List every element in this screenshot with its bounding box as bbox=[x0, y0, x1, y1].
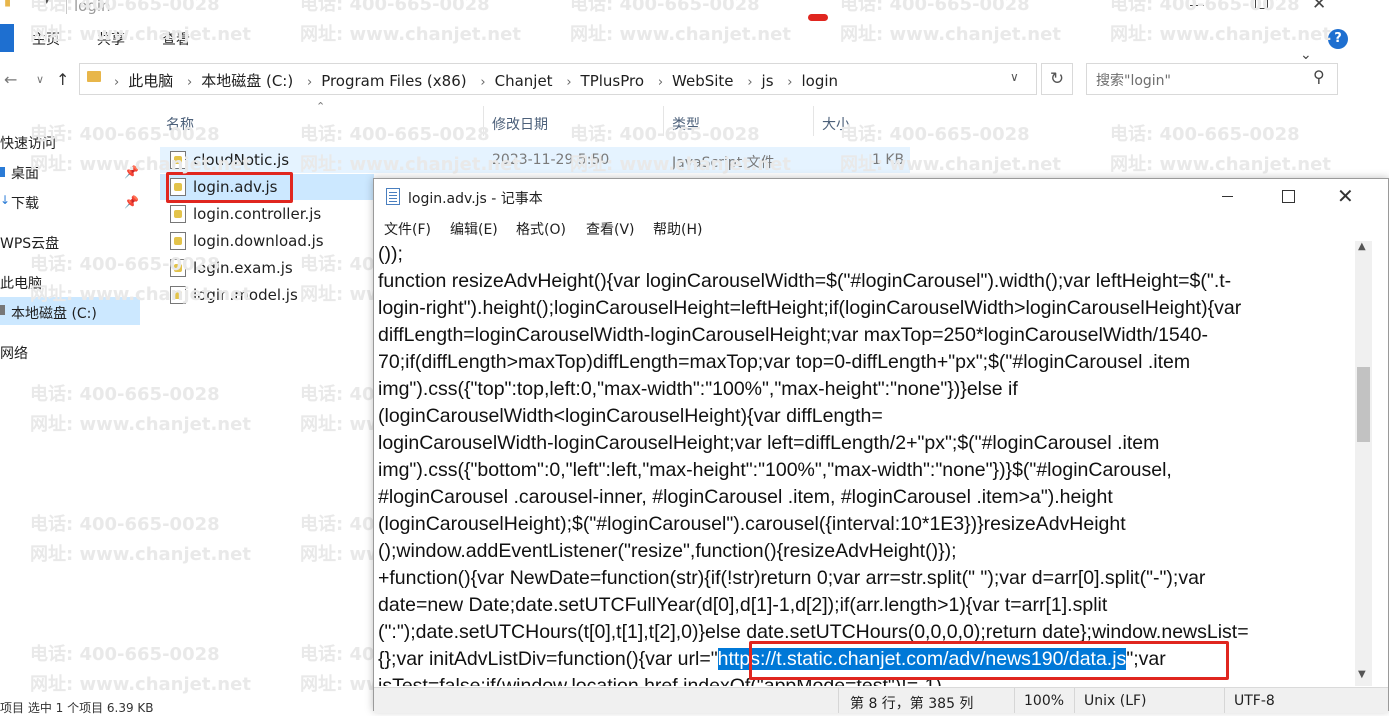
menu-edit[interactable]: 编辑(E) bbox=[450, 219, 498, 239]
menu-format[interactable]: 格式(O) bbox=[516, 219, 566, 239]
watermark-site: 网址: www.chanjet.net bbox=[30, 414, 251, 435]
maximize-button[interactable] bbox=[1282, 190, 1295, 203]
watermark-phone: 电话: 400-665-0028 bbox=[30, 514, 220, 535]
watermark-phone: 电话: 400-665-0028 bbox=[30, 644, 220, 665]
watermark-phone: 电话: 400-665-0028 bbox=[30, 0, 220, 15]
zoom-level: 100% bbox=[1024, 693, 1065, 709]
text-line: loginCarouselWidth-loginCarouselHeight;v… bbox=[378, 432, 1160, 454]
vertical-scrollbar[interactable] bbox=[1355, 241, 1372, 686]
url-highlight-box bbox=[749, 641, 1229, 680]
text-line: img").css({"bottom":0,"left":left,"max-h… bbox=[378, 459, 1172, 481]
text-line: 70;if(diffLength>maxTop)diffLength=maxTo… bbox=[378, 351, 1191, 373]
scrollbar-thumb[interactable] bbox=[1357, 367, 1370, 442]
text-line: +function(){var NewDate=function(str){if… bbox=[378, 567, 1206, 589]
watermark-phone: 电话: 400-665-0028 bbox=[30, 124, 220, 145]
close-icon[interactable]: ✕ bbox=[1337, 184, 1354, 208]
watermark-site: 网址: www.chanjet.net bbox=[570, 24, 791, 45]
text-line: #loginCarousel .carousel-inner, #loginCa… bbox=[378, 486, 1113, 508]
notepad-window: login.adv.js - 记事本 ✕ 文件(F) 编辑(E) 格式(O) 查… bbox=[373, 178, 1389, 713]
encoding: UTF-8 bbox=[1234, 693, 1275, 709]
text-line: (loginCarouselWidth<loginCarouselHeight)… bbox=[378, 405, 883, 427]
menu-file[interactable]: 文件(F) bbox=[384, 219, 431, 239]
notepad-titlebar: login.adv.js - 记事本 ✕ bbox=[374, 179, 1388, 213]
watermark-phone: 电话: 400-665-0028 bbox=[300, 0, 490, 15]
cursor-position: 第 8 行，第 385 列 bbox=[850, 696, 974, 712]
watermark-site: 网址: www.chanjet.net bbox=[840, 154, 1061, 175]
text-line: ()); bbox=[378, 243, 403, 265]
watermark-phone: 电话: 400-665-0028 bbox=[30, 254, 220, 275]
watermark-phone: 电话: 400-665-0028 bbox=[840, 124, 1030, 145]
watermark-phone: 电话: 400-665-0028 bbox=[570, 124, 760, 145]
watermark-phone: 电话: 400-665-0028 bbox=[570, 0, 760, 15]
notepad-status-bar: 第 8 行，第 385 列 100% Unix (LF) UTF-8 bbox=[374, 687, 1388, 713]
scroll-down-icon[interactable]: ▼ bbox=[1358, 669, 1366, 680]
notepad-icon bbox=[386, 188, 400, 205]
minimize-button[interactable] bbox=[1222, 196, 1233, 197]
notepad-menubar: 文件(F) 编辑(E) 格式(O) 查看(V) 帮助(H) bbox=[374, 215, 1388, 239]
line-ending: Unix (LF) bbox=[1084, 693, 1147, 709]
text-line: date=new Date;date.setUTCFullYear(d[0],d… bbox=[378, 594, 1108, 616]
text-line: img").css({"top":top,left:0,"max-width":… bbox=[378, 378, 1018, 400]
watermark-phone: 电话: 400-665-0028 bbox=[300, 124, 490, 145]
text-line: function resizeAdvHeight(){var loginCaro… bbox=[378, 270, 1232, 292]
notepad-title: login.adv.js - 记事本 bbox=[408, 191, 543, 207]
watermark-phone: 电话: 400-665-0028 bbox=[1110, 0, 1300, 15]
menu-view[interactable]: 查看(V) bbox=[586, 219, 635, 239]
watermark-phone: 电话: 400-665-0028 bbox=[840, 0, 1030, 15]
watermark-phone: 电话: 400-665-0028 bbox=[1110, 124, 1300, 145]
watermark-site: 网址: www.chanjet.net bbox=[30, 284, 251, 305]
watermark-site: 网址: www.chanjet.net bbox=[30, 154, 251, 175]
watermark-site: 网址: www.chanjet.net bbox=[300, 154, 521, 175]
text-line: login-right").height();loginCarouselHeig… bbox=[378, 297, 1242, 319]
watermark-phone: 电话: 400-665-0028 bbox=[30, 384, 220, 405]
watermark-site: 网址: www.chanjet.net bbox=[1110, 24, 1331, 45]
watermark-site: 网址: www.chanjet.net bbox=[30, 24, 251, 45]
text-line: (loginCarouselHeight);$("#loginCarousel"… bbox=[378, 513, 1126, 535]
watermark-site: 网址: www.chanjet.net bbox=[1110, 154, 1331, 175]
scroll-up-icon[interactable]: ▲ bbox=[1358, 241, 1366, 252]
watermark-site: 网址: www.chanjet.net bbox=[300, 24, 521, 45]
menu-help[interactable]: 帮助(H) bbox=[653, 219, 702, 239]
notepad-text-area[interactable]: ()); function resizeAdvHeight(){var logi… bbox=[378, 241, 1353, 686]
watermark-site: 网址: www.chanjet.net bbox=[30, 674, 251, 695]
text-line: diffLength=loginCarouselWidth-loginCarou… bbox=[378, 324, 1208, 346]
text-line: ();window.addEventListener("resize",func… bbox=[378, 540, 957, 562]
watermark-site: 网址: www.chanjet.net bbox=[840, 24, 1061, 45]
watermark-site: 网址: www.chanjet.net bbox=[30, 544, 251, 565]
watermark-site: 网址: www.chanjet.net bbox=[570, 154, 791, 175]
